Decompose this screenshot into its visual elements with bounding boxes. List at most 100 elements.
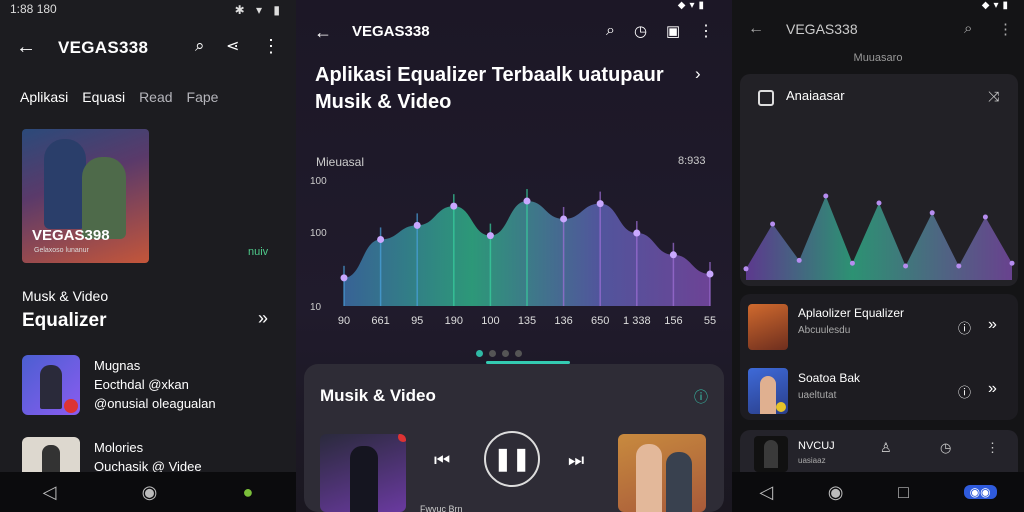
timer-icon[interactable]: ◷ xyxy=(634,22,647,40)
chevron-right-icon[interactable]: » xyxy=(988,316,997,334)
equalizer-band-point[interactable] xyxy=(669,251,677,259)
y-tick-label: 100 xyxy=(310,228,327,239)
more-icon[interactable]: ⋮ xyxy=(698,21,714,41)
mini-equalizer-point[interactable] xyxy=(903,263,909,269)
page-dot-active[interactable] xyxy=(476,350,483,357)
info-icon[interactable]: ⓘ xyxy=(694,387,708,407)
nav-back-icon[interactable]: ◁ xyxy=(759,482,773,503)
search-icon[interactable]: ⌕ xyxy=(606,22,615,40)
nav-recents-icon[interactable]: □ xyxy=(898,482,909,503)
headline: Aplikasi Equalizer Terbaalk uatupaur Mus… xyxy=(315,62,664,116)
more-icon[interactable]: ⋮ xyxy=(986,440,999,456)
list-item[interactable]: Molories Ouchasik @ Videe xyxy=(22,437,280,473)
track-thumb-right[interactable] xyxy=(618,434,706,512)
equalizer-band-point[interactable] xyxy=(450,202,458,210)
album-art[interactable]: VEGAS398 Gelaxoso lunanur xyxy=(22,129,149,263)
mini-equalizer-point[interactable] xyxy=(982,214,988,220)
x-tick-label: 661 xyxy=(371,315,389,327)
mini-equalizer-point[interactable] xyxy=(743,266,749,272)
app-title: VEGAS338 xyxy=(786,21,858,37)
nav-bar: ◁ ◉ □ ◉◉ xyxy=(732,472,1024,512)
badge-icon xyxy=(64,399,78,413)
page-dot[interactable] xyxy=(489,350,496,357)
tab-read[interactable]: Read xyxy=(139,89,172,105)
search-icon[interactable]: ⌕ xyxy=(964,20,972,37)
equalizer-band-point[interactable] xyxy=(706,270,714,278)
list-item[interactable]: Mugnas Eocthdal @xkan @onusial oleaguala… xyxy=(22,355,280,417)
search-icon[interactable]: ⌕ xyxy=(195,36,205,56)
notification-icon[interactable]: ▣ xyxy=(666,22,680,40)
app-title: VEGAS338 xyxy=(58,38,149,57)
nav-app-icon[interactable]: ● xyxy=(243,482,254,503)
status-icons: ◆▾▮ xyxy=(677,0,708,11)
page-dot[interactable] xyxy=(515,350,522,357)
equalizer-band-point[interactable] xyxy=(596,200,604,208)
equalizer-band-point[interactable] xyxy=(633,229,641,237)
tab-fape[interactable]: Fape xyxy=(187,89,219,105)
nav-app-icon[interactable]: ◉◉ xyxy=(963,485,997,499)
nav-home-icon[interactable]: ◉ xyxy=(142,482,158,503)
equalizer-band-point[interactable] xyxy=(377,235,385,243)
page-dot[interactable] xyxy=(502,350,509,357)
mini-equalizer-point[interactable] xyxy=(796,257,802,263)
list-thumb xyxy=(748,368,788,414)
track-thumb-left[interactable] xyxy=(320,434,406,512)
card-title: Musik & Video xyxy=(320,386,436,405)
phone-screen-center: ◆▾▮ ← VEGAS338 ⌕ ◷ ▣ ⋮ Aplikasi Equalize… xyxy=(296,0,732,512)
status-time: 1:88 180 xyxy=(10,2,57,16)
x-tick-label: 190 xyxy=(445,315,463,327)
chevron-right-icon[interactable]: » xyxy=(258,308,268,329)
chevron-right-icon[interactable]: › xyxy=(695,64,701,84)
mini-equalizer-point[interactable] xyxy=(929,210,935,216)
info-icon[interactable]: ⓘ xyxy=(958,382,971,401)
chevron-right-icon[interactable]: » xyxy=(988,380,997,398)
mini-player-sub: uasiaaz xyxy=(798,456,826,465)
mini-equalizer-point[interactable] xyxy=(876,200,882,206)
x-tick-label: 95 xyxy=(411,315,423,327)
mini-player[interactable]: NVCUJ uasiaaz ♙ ◷ ⋮ xyxy=(740,430,1018,472)
equalizer-band-point[interactable] xyxy=(413,221,421,229)
tab-equasi[interactable]: Equasi xyxy=(82,89,125,105)
person-icon[interactable]: ♙ xyxy=(880,440,892,456)
skip-next-icon[interactable]: ⏭ xyxy=(568,450,584,471)
mini-equalizer-point[interactable] xyxy=(770,221,776,227)
more-icon[interactable]: ⋮ xyxy=(262,36,280,57)
pause-button[interactable]: ❚❚ xyxy=(484,431,540,487)
tab-aplikasi[interactable]: Aplikasi xyxy=(20,89,68,105)
list-item-sub: Abcuulesdu xyxy=(798,325,851,336)
mini-equalizer-point[interactable] xyxy=(956,263,962,269)
section-title: Equalizer xyxy=(22,310,107,331)
mini-equalizer-chart[interactable] xyxy=(740,130,1018,286)
mini-equalizer-point[interactable] xyxy=(823,193,829,199)
back-arrow-icon[interactable]: ← xyxy=(314,22,332,43)
skip-previous-icon[interactable]: ⏮ xyxy=(434,450,450,471)
equalizer-band-point[interactable] xyxy=(486,232,494,240)
y-tick-label: 100 xyxy=(310,176,327,187)
back-arrow-icon[interactable]: ← xyxy=(16,36,36,59)
more-icon[interactable]: ⋮ xyxy=(998,20,1013,38)
equalizer-chart[interactable]: 10 100 100 90 661 95 190 100 135 136 650 1 338 156 55 xyxy=(310,170,720,330)
status-icons: ✱ ▾ ▮ xyxy=(234,3,284,17)
x-tick-label: 135 xyxy=(518,315,536,327)
phone-screen-right: ◆▾▮ ← VEGAS338 ⌕ ⋮ Muuasaro Anaiaasar ⤨ … xyxy=(732,0,1024,512)
back-arrow-icon[interactable]: ← xyxy=(748,20,764,38)
album-figure-left xyxy=(44,139,86,229)
app-title: VEGAS338 xyxy=(352,23,430,40)
section-kicker: Musk & Video xyxy=(22,288,109,304)
equalizer-band-point[interactable] xyxy=(523,197,531,205)
album-sub: Gelaxoso lunanur xyxy=(34,247,89,254)
mini-equalizer-point[interactable] xyxy=(1009,260,1015,266)
equalizer-card-icon xyxy=(758,90,774,106)
drag-handle[interactable] xyxy=(486,361,570,364)
share-icon[interactable]: ⋖ xyxy=(226,36,239,56)
timer-icon[interactable]: ◷ xyxy=(940,440,951,456)
album-label: VEGAS398 xyxy=(32,227,110,244)
info-icon[interactable]: ⓘ xyxy=(958,318,971,337)
equalizer-band-point[interactable] xyxy=(560,215,568,223)
nav-home-icon[interactable]: ◉ xyxy=(828,482,844,503)
tab-bar: Aplikasi Equasi Read Fape xyxy=(20,89,218,105)
shuffle-icon[interactable]: ⤨ xyxy=(988,88,999,105)
nav-back-icon[interactable]: ◁ xyxy=(43,482,57,503)
mini-equalizer-point[interactable] xyxy=(849,260,855,266)
equalizer-band-point[interactable] xyxy=(340,274,348,282)
